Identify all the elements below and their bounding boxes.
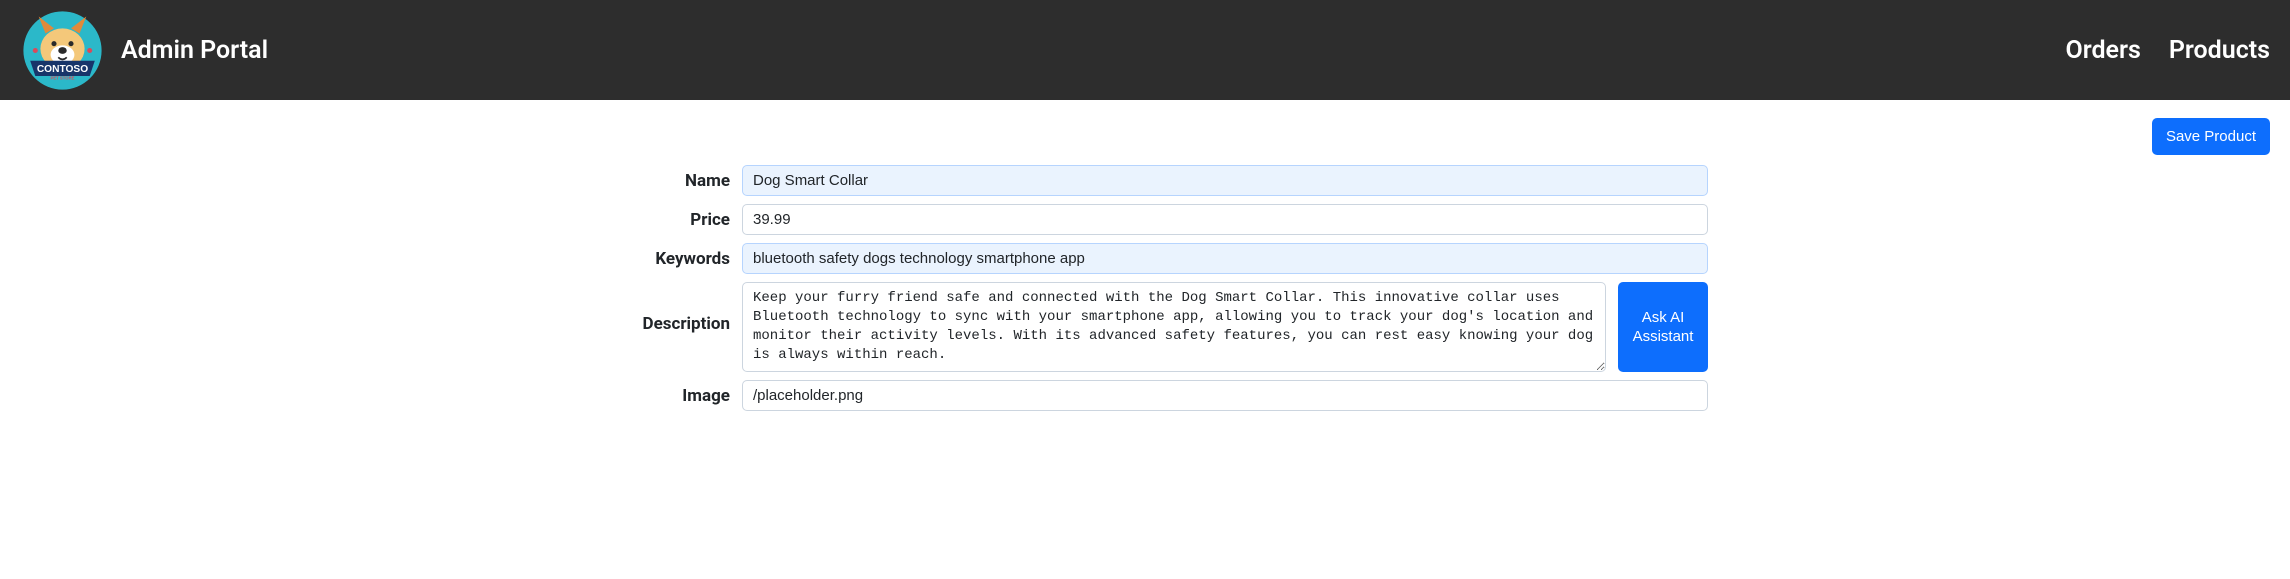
form-row-price: Price <box>582 204 1708 235</box>
product-form: Name Price Keywords Description Ask AI A… <box>562 165 1728 411</box>
nav: Orders Products <box>2065 36 2270 65</box>
nav-orders[interactable]: Orders <box>2065 36 2140 65</box>
name-input[interactable] <box>742 165 1708 196</box>
header: CONTOSO PET STORE Admin Portal Orders Pr… <box>0 0 2290 100</box>
portal-title: Admin Portal <box>121 36 268 65</box>
keywords-input[interactable] <box>742 243 1708 274</box>
description-label: Description <box>582 282 742 334</box>
nav-products[interactable]: Products <box>2169 36 2270 65</box>
image-label: Image <box>582 386 742 406</box>
image-input[interactable] <box>742 380 1708 411</box>
name-label: Name <box>582 171 742 191</box>
contoso-logo: CONTOSO PET STORE <box>20 8 105 93</box>
description-textarea[interactable] <box>742 282 1606 372</box>
price-label: Price <box>582 210 742 230</box>
keywords-label: Keywords <box>582 249 742 269</box>
form-row-image: Image <box>582 380 1708 411</box>
form-row-keywords: Keywords <box>582 243 1708 274</box>
header-left: CONTOSO PET STORE Admin Portal <box>20 8 268 93</box>
price-input[interactable] <box>742 204 1708 235</box>
form-row-name: Name <box>582 165 1708 196</box>
save-product-button[interactable]: Save Product <box>2152 118 2270 155</box>
svg-text:PET STORE: PET STORE <box>50 75 74 80</box>
ask-ai-assistant-button[interactable]: Ask AI Assistant <box>1618 282 1708 372</box>
form-row-description: Description Ask AI Assistant <box>582 282 1708 372</box>
action-bar: Save Product <box>0 100 2290 155</box>
svg-text:CONTOSO: CONTOSO <box>37 63 88 74</box>
